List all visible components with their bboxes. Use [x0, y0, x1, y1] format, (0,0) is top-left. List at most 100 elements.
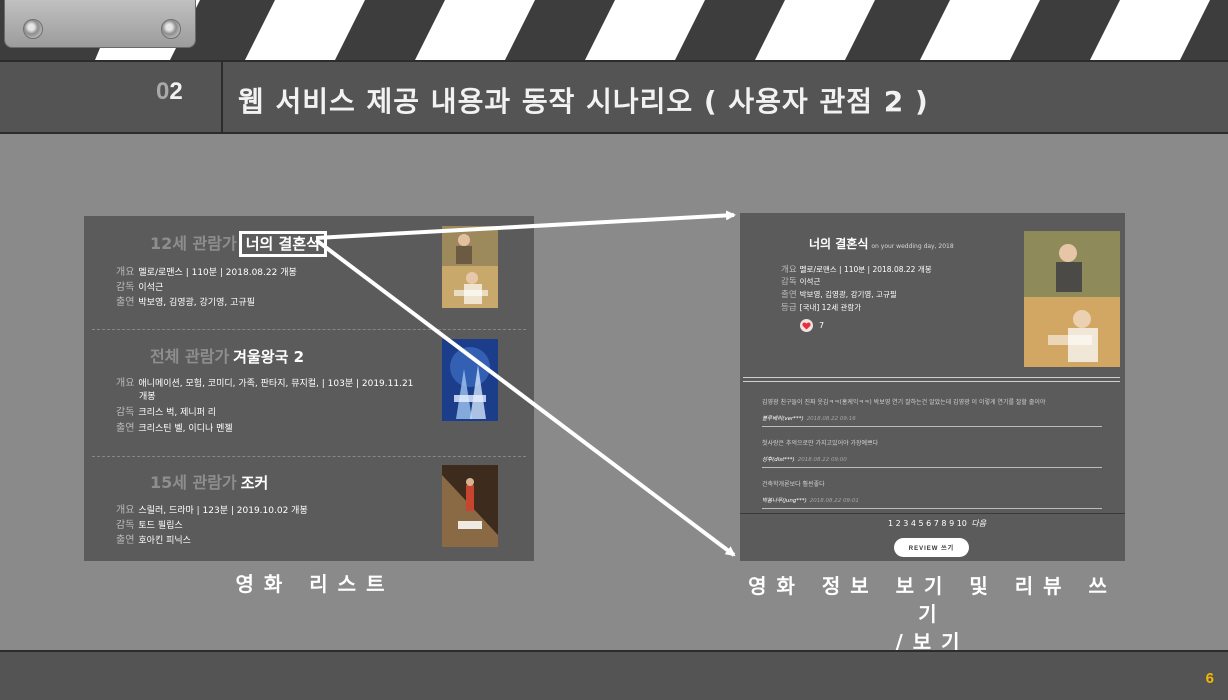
director-label: 감독: [116, 520, 135, 531]
review-item: 첫사랑은 추억으로만 가지고있어야 가장예쁘다 성후(dlst***) 2018.…: [762, 438, 1102, 468]
movie-director: 감독 이석근: [116, 281, 163, 295]
review-date: 2018.08.22 09:16: [806, 416, 856, 422]
movie-director: 감독 크리스 벅, 제니퍼 리: [116, 406, 216, 420]
overview-label: 개요: [116, 267, 135, 278]
movie-overview-cont: 개봉: [139, 392, 156, 402]
cast-value: 크리스틴 벨, 이디나 멘젤: [138, 424, 233, 434]
overview-label: 개요: [116, 378, 135, 389]
write-review-button[interactable]: REVIEW 쓰기: [894, 538, 969, 557]
rivet-icon: [23, 19, 43, 39]
cast-value: 호아킨 피닉스: [138, 536, 191, 546]
caption-movie-list: 영화 리스트: [235, 572, 395, 596]
review-item: 김영광 친구들이 진짜 웃김ㅋㅋ(홍케익ㅋㅋ) 박보영 연기 잘하는건 알았는데…: [762, 397, 1102, 427]
like-button[interactable]: [800, 319, 813, 332]
movie-title-highlighted[interactable]: 너의 결혼식: [238, 231, 327, 257]
review-item: 건축학개론보다 훨씬좋다 박봄나무(jung***) 2018.08.22 09:…: [762, 479, 1102, 509]
movie-cast: 출연 크리스틴 벨, 이디나 멘젤: [116, 422, 233, 436]
page-links[interactable]: 1 2 3 4 5 6 7 8 9 10: [888, 519, 967, 528]
review-author: 성후(dlst***): [762, 457, 795, 463]
section-number-lead: 0: [156, 78, 170, 105]
review-meta: 블루베리(ver***) 2018.08.22 09:16: [762, 414, 1102, 422]
review-footer: 1 2 3 4 5 6 7 8 9 10 다음 REVIEW 쓰기: [740, 513, 1125, 561]
review-text: 첫사랑은 추억으로만 가지고있어야 가장예쁘다: [762, 440, 879, 447]
detail-poster: [1024, 231, 1120, 367]
section-number: 02: [156, 78, 183, 106]
next-page-link[interactable]: 다음: [971, 519, 986, 528]
list-divider: [92, 456, 526, 457]
grade-label: 등급: [781, 303, 797, 313]
review-author: 박봄나무(jung***): [762, 498, 807, 504]
clapperboard-strip: [0, 0, 1228, 60]
caption-detail-line1: 영화 정보 보기 및 리뷰 쓰기: [748, 574, 1117, 626]
review-divider: [762, 508, 1102, 509]
director-value: 크리스 벅, 제니퍼 리: [138, 408, 217, 418]
title-divider: [221, 62, 223, 132]
overview-value: 애니메이션, 모험, 코미디, 가족, 판타지, 뮤지컬, | 103분 | 2…: [138, 379, 414, 389]
movie-rating: 전체 관람가: [150, 347, 230, 366]
director-label: 감독: [116, 407, 135, 418]
detail-grade: 등급 [국내] 12세 관람가: [781, 302, 861, 314]
movie-director: 감독 토드 필립스: [116, 519, 183, 533]
director-label: 감독: [781, 277, 797, 287]
detail-divider: [743, 381, 1120, 382]
review-divider: [762, 426, 1102, 427]
review-text: 건축학개론보다 훨씬좋다: [762, 481, 825, 488]
review-date: 2018.08.22 09:01: [809, 498, 859, 504]
rivet-icon: [161, 19, 181, 39]
movie-overview: 개요 애니메이션, 모험, 코미디, 가족, 판타지, 뮤지컬, | 103분 |…: [116, 377, 413, 391]
director-value: 이석근: [138, 283, 164, 293]
movie-header: 15세 관람가 조커: [150, 469, 268, 493]
review-date: 2018.08.22 09:00: [797, 457, 847, 463]
like-count: 7: [819, 321, 825, 330]
overview-value: 멜로/로맨스 | 110분 | 2018.08.22 개봉: [138, 268, 297, 278]
overview-value: 스릴러, 드라마 | 123분 | 2019.10.02 개봉: [138, 506, 308, 516]
review-meta: 박봄나무(jung***) 2018.08.22 09:01: [762, 496, 1102, 504]
detail-movie-title: 너의 결혼식: [809, 237, 869, 251]
detail-cast: 출연 박보영, 김영광, 강기영, 고규필: [781, 289, 897, 301]
detail-header: 너의 결혼식 on your wedding day, 2018: [809, 235, 954, 252]
grade-value: [국내] 12세 관람가: [799, 303, 862, 312]
review-author: 블루베리(ver***): [762, 416, 804, 422]
movie-poster[interactable]: [442, 339, 498, 421]
title-bar: 02 웹 서비스 제공 내용과 동작 시나리오 ( 사용자 관점 2 ): [0, 60, 1228, 134]
detail-movie-subtitle: on your wedding day, 2018: [871, 243, 954, 250]
detail-overview: 개요 멜로/로맨스 | 110분 | 2018.08.22 개봉: [781, 264, 932, 276]
movie-rating: 15세 관람가: [150, 473, 237, 492]
movie-cast: 출연 박보영, 김영광, 강기영, 고규필: [116, 296, 255, 310]
cast-value: 박보영, 김영광, 강기영, 고규필: [138, 298, 255, 308]
director-label: 감독: [116, 282, 135, 293]
movie-poster[interactable]: [442, 226, 498, 308]
cast-value: 박보영, 김영광, 강기영, 고규필: [799, 290, 897, 299]
review-meta: 성후(dlst***) 2018.08.22 09:00: [762, 455, 1102, 463]
movie-overview: 개요 스릴러, 드라마 | 123분 | 2019.10.02 개봉: [116, 504, 308, 518]
caption-movie-detail: 영화 정보 보기 및 리뷰 쓰기 /보기: [740, 572, 1125, 656]
heart-icon: [802, 322, 811, 330]
director-value: 토드 필립스: [138, 521, 183, 531]
review-text: 김영광 친구들이 진짜 웃김ㅋㅋ(홍케익ㅋㅋ) 박보영 연기 잘하는건 알았는데…: [762, 399, 1046, 406]
director-value: 이석근: [799, 277, 821, 286]
overview-value: 멜로/로맨스 | 110분 | 2018.08.22 개봉: [799, 265, 932, 274]
movie-cast: 출연 호아킨 피닉스: [116, 534, 191, 548]
cast-label: 출연: [116, 535, 135, 546]
movie-rating: 12세 관람가: [150, 234, 237, 253]
review-divider: [762, 467, 1102, 468]
movie-list-screenshot: 12세 관람가 너의 결혼식 개요 멜로/로맨스 | 110분 | 2018.08.…: [84, 216, 534, 561]
list-divider: [92, 329, 526, 330]
bottom-bar: 6: [0, 650, 1228, 700]
movie-title[interactable]: 조커: [241, 474, 269, 492]
clapper-hinge-plate: [4, 0, 196, 48]
page-number: 6: [1205, 670, 1214, 687]
overview-label: 개요: [116, 505, 135, 516]
movie-overview: 개요 멜로/로맨스 | 110분 | 2018.08.22 개봉: [116, 266, 297, 280]
detail-divider: [743, 377, 1120, 378]
cast-label: 출연: [781, 290, 797, 300]
detail-director: 감독 이석근: [781, 276, 820, 288]
movie-poster[interactable]: [442, 465, 498, 547]
overview-label: 개요: [781, 265, 797, 275]
movie-header: 12세 관람가 너의 결혼식: [150, 230, 327, 257]
movie-title[interactable]: 겨울왕국 2: [233, 348, 304, 366]
pagination[interactable]: 1 2 3 4 5 6 7 8 9 10 다음: [888, 518, 986, 529]
like-control: 7: [800, 319, 824, 332]
section-number-main: 2: [169, 78, 183, 105]
movie-detail-screenshot: 너의 결혼식 on your wedding day, 2018 개요 멜로/로맨스…: [740, 213, 1125, 561]
